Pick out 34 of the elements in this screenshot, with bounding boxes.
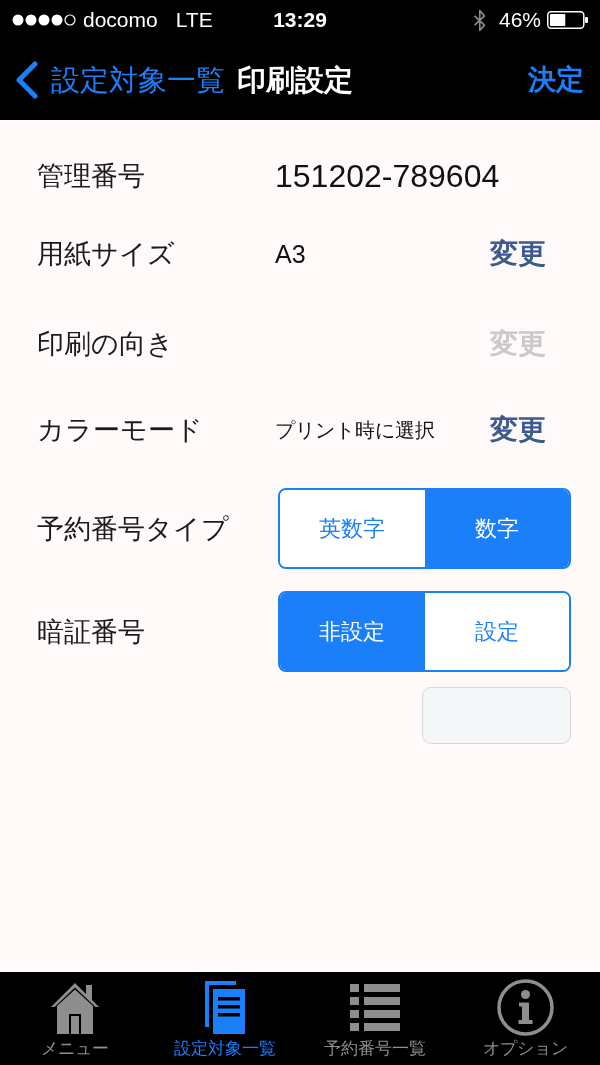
tab-button[interactable]: オプション bbox=[450, 972, 600, 1065]
clock-time: 13:29 bbox=[273, 8, 327, 32]
chevron-left-icon bbox=[15, 61, 38, 99]
confirm-button[interactable]: 決定 bbox=[528, 62, 584, 98]
tab-button[interactable]: 設定対象一覧 bbox=[150, 972, 300, 1065]
segment-button[interactable]: 設定 bbox=[424, 593, 569, 670]
setting-label: 管理番号 bbox=[37, 160, 146, 193]
setting-value: 151202-789604 bbox=[275, 157, 500, 195]
setting-label: 印刷の向き bbox=[37, 328, 175, 361]
segment-button[interactable]: 数字 bbox=[424, 490, 569, 567]
list-icon bbox=[350, 984, 400, 1031]
setting-value: プリント時に選択 bbox=[275, 418, 435, 443]
setting-label: カラーモード bbox=[37, 414, 204, 447]
setting-label: 用紙サイズ bbox=[37, 238, 176, 271]
battery-icon bbox=[547, 11, 588, 29]
battery-percent: 46% bbox=[498, 8, 541, 32]
network-type: LTE bbox=[175, 8, 213, 32]
house-icon bbox=[51, 981, 99, 1034]
document-stack-icon bbox=[205, 981, 245, 1034]
info-icon bbox=[496, 979, 554, 1036]
segment-button[interactable]: 英数字 bbox=[280, 490, 425, 567]
change-button[interactable]: 変更 bbox=[490, 237, 546, 271]
carrier-name: docomo bbox=[83, 8, 158, 32]
tab-button[interactable]: 予約番号一覧 bbox=[300, 972, 450, 1065]
tab-button[interactable]: メニュー bbox=[0, 972, 150, 1065]
change-button[interactable]: 変更 bbox=[490, 413, 546, 447]
back-button[interactable]: 設定対象一覧 bbox=[0, 61, 225, 99]
bluetooth-icon bbox=[472, 8, 486, 32]
setting-value: A3 bbox=[275, 239, 306, 269]
signal-icon bbox=[12, 14, 76, 26]
setting-label: 予約番号タイプ bbox=[37, 512, 230, 546]
segment-button[interactable]: 非設定 bbox=[280, 593, 425, 670]
setting-label: 暗証番号 bbox=[37, 615, 146, 649]
screen-title: 印刷設定 bbox=[237, 63, 353, 98]
